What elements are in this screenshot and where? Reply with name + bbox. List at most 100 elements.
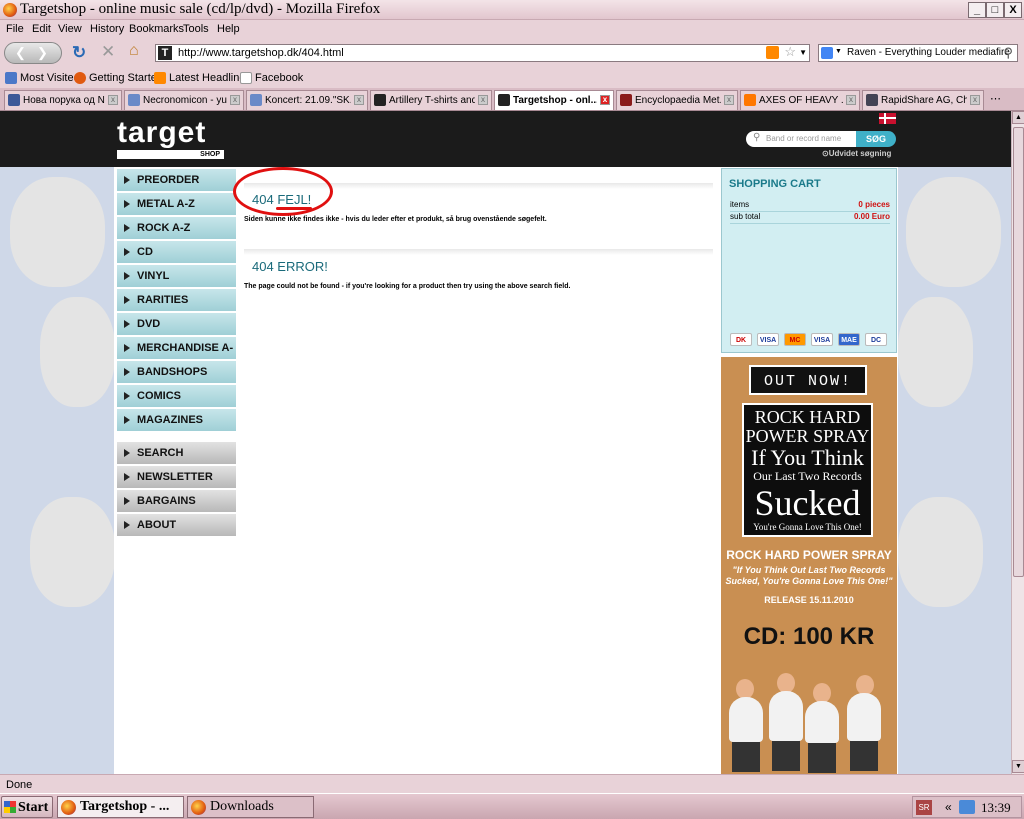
tab-close-icon[interactable]: x — [724, 95, 734, 105]
rss-icon[interactable] — [766, 46, 779, 59]
nav-about[interactable]: ABOUT — [117, 514, 236, 536]
tab-close-icon[interactable]: x — [230, 95, 240, 105]
search-engine-box[interactable]: ▼ Raven - Everything Louder mediafire ⚲ — [818, 44, 1018, 62]
site-header: target SHOP ⚲ Band or record name SØG ⊙U… — [0, 111, 1011, 167]
tab-close-icon[interactable]: x — [970, 95, 980, 105]
taskbar-item-downloads[interactable]: Downloads — [187, 796, 314, 818]
menu-history[interactable]: History — [90, 23, 124, 35]
nav-comics[interactable]: COMICS — [117, 385, 236, 407]
advanced-search-icon: ⊙ — [822, 149, 829, 158]
forward-icon[interactable]: ❯ — [37, 45, 48, 61]
tab-necronomicon[interactable]: Necronomicon - yu... x — [124, 90, 244, 110]
nav-dvd[interactable]: DVD — [117, 313, 236, 335]
bookmark-most-visited[interactable]: Most Visited — [20, 72, 80, 84]
search-icon: ⚲ — [753, 132, 761, 143]
tab-close-icon[interactable]: x — [354, 95, 364, 105]
close-button[interactable]: X — [1004, 2, 1022, 18]
skull-icon — [30, 497, 115, 607]
cart-subtotal-value: 0.00 Euro — [853, 212, 890, 221]
bookmark-getting-started[interactable]: Getting Started — [89, 72, 163, 84]
tray-expand-icon[interactable]: « — [945, 800, 952, 814]
advanced-search-link[interactable]: ⊙Udvidet søgning — [822, 149, 891, 158]
nav-newsletter[interactable]: NEWSLETTER — [117, 466, 236, 488]
minimize-button[interactable]: _ — [968, 2, 986, 18]
band-member — [805, 701, 839, 743]
stop-icon[interactable]: ✕ — [101, 42, 115, 62]
menu-tools[interactable]: Tools — [183, 23, 209, 35]
tab-site-icon — [620, 94, 632, 106]
tab-rapidshare[interactable]: RapidShare AG, Ch...x — [862, 90, 984, 110]
bookmark-star-icon[interactable]: ☆ — [784, 44, 796, 60]
network-icon[interactable] — [959, 800, 975, 814]
most-visited-icon — [5, 72, 17, 84]
clock: 13:39 — [981, 800, 1011, 815]
menu-file[interactable]: File — [6, 23, 24, 35]
site-search-button[interactable]: SØG — [856, 131, 896, 147]
targetshop-logo[interactable]: target SHOP — [117, 118, 225, 159]
menu-help[interactable]: Help — [217, 23, 240, 35]
nav-magazines[interactable]: MAGAZINES — [117, 409, 236, 431]
skull-icon — [906, 177, 1001, 287]
nav-cd[interactable]: CD — [117, 241, 236, 263]
tab-koncert[interactable]: Koncert: 21.09."SK... x — [246, 90, 368, 110]
system-tray: SR « 13:39 — [912, 796, 1022, 818]
nav-bandshops[interactable]: BANDSHOPS — [117, 361, 236, 383]
nav-rock-a-z[interactable]: ROCK A-Z — [117, 217, 236, 239]
cart-subtotal-row: sub total 0.00 Euro — [730, 212, 890, 224]
album-advertisement[interactable]: OUT NOW! ROCK HARD POWER SPRAY If You Th… — [721, 357, 897, 774]
bookmark-latest-headlines[interactable]: Latest Headlines — [169, 72, 251, 84]
back-icon[interactable]: ❮ — [15, 45, 26, 61]
vertical-scrollbar[interactable]: ▲ ▼ — [1011, 111, 1024, 774]
nav-preorder[interactable]: PREORDER — [117, 169, 236, 191]
danish-flag-icon[interactable] — [879, 113, 896, 124]
magnifier-icon[interactable]: ⚲ — [1003, 45, 1013, 61]
reload-icon[interactable]: ↻ — [72, 43, 86, 63]
visa-electron-icon: VISA — [811, 333, 833, 346]
site-favicon: T — [158, 46, 172, 60]
ad-out-now: OUT NOW! — [749, 365, 867, 395]
search-engine-text[interactable]: Raven - Everything Louder mediafire — [847, 47, 1010, 58]
diners-icon: DC — [865, 333, 887, 346]
start-button[interactable]: Start — [1, 796, 53, 818]
url-bar[interactable]: T http://www.targetshop.dk/404.html ☆ ▼ — [155, 44, 810, 62]
skull-background-left — [0, 167, 115, 774]
language-indicator[interactable]: SR — [916, 800, 932, 815]
taskbar-item-targetshop[interactable]: Targetshop - ... — [57, 796, 184, 818]
url-dropdown-icon[interactable]: ▼ — [799, 48, 807, 57]
nav-vinyl[interactable]: VINYL — [117, 265, 236, 287]
search-engine-dropdown-icon[interactable]: ▼ — [835, 48, 842, 55]
error-message-english: The page could not be found - if you're … — [244, 283, 571, 290]
scroll-up-icon[interactable]: ▲ — [1012, 111, 1024, 124]
back-forward-buttons[interactable]: ❮ ❯ — [4, 42, 62, 64]
home-icon[interactable]: ⌂ — [129, 42, 139, 60]
bookmark-facebook[interactable]: Facebook — [255, 72, 303, 84]
tab-close-icon[interactable]: x — [600, 95, 610, 105]
scroll-thumb[interactable] — [1013, 127, 1024, 577]
maximize-button[interactable]: □ — [986, 2, 1004, 18]
nav-search[interactable]: SEARCH — [117, 442, 236, 464]
tab-facebook-message[interactable]: Нова порука од N... x — [4, 90, 122, 110]
nav-merchandise-a-z[interactable]: MERCHANDISE A-Z — [117, 337, 236, 376]
tab-close-icon[interactable]: x — [478, 95, 488, 105]
maestro-icon: MAE — [838, 333, 860, 346]
menu-view[interactable]: View — [58, 23, 82, 35]
nav-metal-a-z[interactable]: METAL A-Z — [117, 193, 236, 215]
menu-edit[interactable]: Edit — [32, 23, 51, 35]
nav-rarities[interactable]: RARITIES — [117, 289, 236, 311]
tab-encyclopaedia[interactable]: Encyclopaedia Met... x — [616, 90, 738, 110]
scroll-down-icon[interactable]: ▼ — [1012, 760, 1024, 773]
nav-bargains[interactable]: BARGAINS — [117, 490, 236, 512]
blogger-icon — [744, 94, 756, 106]
tab-targetshop[interactable]: Targetshop - onl... x — [494, 90, 614, 110]
tab-artillery[interactable]: Artillery T-shirts and ...x — [370, 90, 492, 110]
targetshop-icon — [498, 94, 510, 106]
tab-close-icon[interactable]: x — [108, 95, 118, 105]
google-icon[interactable] — [821, 47, 833, 59]
url-text[interactable]: http://www.targetshop.dk/404.html — [178, 47, 344, 59]
menu-bookmarks[interactable]: Bookmarks — [129, 23, 184, 35]
page-icon — [240, 72, 252, 84]
tab-axes-of-heavy[interactable]: AXES OF HEAVY ... x — [740, 90, 860, 110]
site-search-input[interactable]: ⚲ Band or record name — [746, 131, 856, 147]
tab-close-icon[interactable]: x — [846, 95, 856, 105]
tab-list-icon[interactable]: ⋯ — [990, 92, 1001, 105]
